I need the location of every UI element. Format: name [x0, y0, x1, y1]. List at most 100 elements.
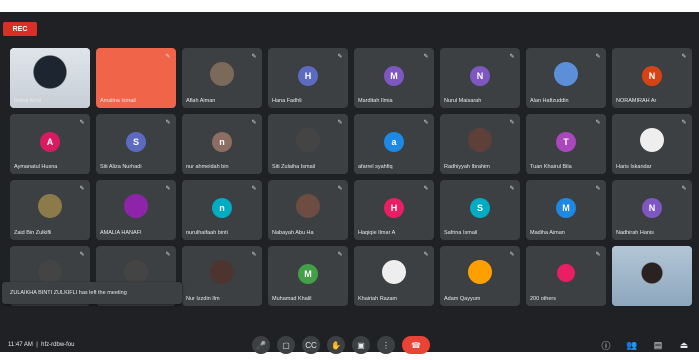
participant-tile[interactable]: n ✎ nurulhaifaah binti: [182, 180, 262, 240]
mic-muted-icon: ✎: [251, 119, 257, 126]
participant-avatar: H: [384, 198, 404, 218]
participant-avatar: [468, 260, 492, 284]
participant-tile[interactable]: ✎ 200 others: [526, 246, 606, 306]
participant-tile[interactable]: A ✎ Aymanatul Husna: [10, 114, 90, 174]
participant-tile[interactable]: ✎ Nabayah Abu Ha: [268, 180, 348, 240]
mic-muted-icon: ✎: [423, 53, 429, 60]
participant-tile[interactable]: M ✎ Madiha Aiman: [526, 180, 606, 240]
participant-name: afarrel syahfiq: [358, 164, 393, 170]
participant-tile[interactable]: ✎ Alan Hafizuddin: [526, 48, 606, 108]
participant-avatar: N: [642, 198, 662, 218]
meeting-code: hfz-rdbw-fou: [41, 342, 75, 348]
mic-muted-icon: ✎: [337, 185, 343, 192]
time-label: 11:47 AM: [8, 342, 33, 348]
left-meeting-toast: ZULAIKHA BINTI ZULKIFLI has left the mee…: [2, 282, 182, 304]
mic-muted-icon: ✎: [423, 251, 429, 258]
participant-tile[interactable]: [612, 246, 692, 306]
mic-muted-icon: ✎: [79, 251, 85, 258]
participant-avatar: [124, 260, 148, 284]
participant-tile[interactable]: n ✎ nur ahmeidah bin: [182, 114, 262, 174]
participant-avatar: [554, 62, 578, 86]
call-controls: 🎤 ▢ CC ✋ ▣ ⋮ ☎: [252, 336, 430, 358]
participant-avatar: [38, 194, 62, 218]
participant-tile[interactable]: ✎ Siti Zulaiha Ismail: [268, 114, 348, 174]
raise-hand-button[interactable]: ✋: [327, 336, 345, 354]
info-button[interactable]: ⓘ: [599, 338, 613, 352]
meeting-window: REC ✎ Rohai Armi ✎ Amalina Ismail ✎ Aflah Aim…: [0, 12, 699, 354]
participant-name: 200 others: [530, 296, 556, 302]
mic-button[interactable]: 🎤: [252, 336, 270, 354]
mic-muted-icon: ✎: [595, 185, 601, 192]
participant-tile[interactable]: ✎ Adam Qayyum: [440, 246, 520, 306]
mic-muted-icon: ✎: [165, 119, 171, 126]
participant-grid: ✎ Rohai Armi ✎ Amalina Ismail ✎ Aflah Aiman H ✎…: [10, 48, 696, 320]
participant-tile[interactable]: M ✎ Marditah Ilmia: [354, 48, 434, 108]
participant-name: Amalina Ismail: [100, 98, 136, 104]
more-vert-icon: ⋮: [382, 340, 390, 350]
participant-tile[interactable]: ✎ Radhiyyah Ibrahim: [440, 114, 520, 174]
participant-tile[interactable]: ✎ Amalina Ismail: [96, 48, 176, 108]
participant-name: Tuan Khairul Bila: [530, 164, 572, 170]
activities-button[interactable]: ⏏: [677, 338, 691, 352]
participant-avatar: [210, 260, 234, 284]
participant-tile[interactable]: H ✎ Hana Fadhli: [268, 48, 348, 108]
participant-name: Hana Fadhli: [272, 98, 302, 104]
captions-button[interactable]: CC: [302, 336, 320, 354]
camera-button[interactable]: ▢: [277, 336, 295, 354]
participant-name: Rohai Armi: [14, 98, 41, 104]
participant-tile[interactable]: ✎ Aflah Aiman: [182, 48, 262, 108]
mic-muted-icon: ✎: [509, 185, 515, 192]
participant-tile[interactable]: N ✎ Nadhirah Hanis: [612, 180, 692, 240]
mic-muted-icon: ✎: [423, 185, 429, 192]
more-options-button[interactable]: ⋮: [377, 336, 395, 354]
participant-tile[interactable]: T ✎ Tuan Khairul Bila: [526, 114, 606, 174]
meeting-time-and-code: 11:47 AM | hfz-rdbw-fou: [8, 342, 75, 348]
chat-icon: ▤: [653, 339, 663, 350]
people-icon: 👥: [626, 339, 638, 350]
participant-name: Nurul Maisarah: [444, 98, 482, 104]
participant-avatar: A: [40, 132, 60, 152]
mic-muted-icon: ✎: [681, 53, 687, 60]
end-call-icon: ☎: [411, 340, 421, 350]
mic-muted-icon: ✎: [251, 251, 257, 258]
participant-tile[interactable]: ✎ Zaid Bin Zulkifli: [10, 180, 90, 240]
participant-tile[interactable]: H ✎ Haqiqie Ilmar A: [354, 180, 434, 240]
participant-avatar: M: [384, 66, 404, 86]
participant-tile[interactable]: ✎ Khairiah Razam: [354, 246, 434, 306]
participant-name: Zaid Bin Zulkifli: [14, 230, 52, 236]
participant-avatar: T: [556, 132, 576, 152]
participant-tile[interactable]: N ✎ NORAMIRAH Ar: [612, 48, 692, 108]
participant-avatar: [38, 260, 62, 284]
participant-avatar: H: [298, 66, 318, 86]
chat-button[interactable]: ▤: [651, 338, 665, 352]
present-icon: ▣: [357, 340, 365, 350]
participant-avatar: N: [470, 66, 490, 86]
present-button[interactable]: ▣: [352, 336, 370, 354]
hand-icon: ✋: [331, 340, 341, 350]
mic-muted-icon: ✎: [165, 53, 171, 60]
mic-muted-icon: ✎: [337, 53, 343, 60]
mic-muted-icon: ✎: [251, 53, 257, 60]
mic-icon: 🎤: [256, 340, 266, 350]
participant-avatar: n: [212, 198, 232, 218]
participant-name: Marditah Ilmia: [358, 98, 393, 104]
participant-tile[interactable]: M ✎ Muhamad Khalil: [268, 246, 348, 306]
participant-tile[interactable]: ✎ Nur Izzdin Ilm: [182, 246, 262, 306]
participant-avatar: [296, 128, 320, 152]
participant-avatar: N: [642, 66, 662, 86]
participant-avatar: [640, 128, 664, 152]
participant-tile[interactable]: N ✎ Nurul Maisarah: [440, 48, 520, 108]
mic-muted-icon: ✎: [79, 53, 85, 60]
mic-muted-icon: ✎: [337, 119, 343, 126]
end-call-button[interactable]: ☎: [402, 336, 430, 354]
participant-avatar: S: [126, 132, 146, 152]
participant-tile[interactable]: ✎ Haris Iskandar: [612, 114, 692, 174]
people-button[interactable]: 👥: [625, 338, 639, 352]
participant-tile[interactable]: S ✎ Safrina Ismail: [440, 180, 520, 240]
participant-tile[interactable]: S ✎ Siti Aliza Nurhadi: [96, 114, 176, 174]
participant-tile[interactable]: ✎ Rohai Armi: [10, 48, 90, 108]
participant-tile[interactable]: a ✎ afarrel syahfiq: [354, 114, 434, 174]
participant-tile[interactable]: ✎ AMALIA HANAFI: [96, 180, 176, 240]
participant-avatar: a: [384, 132, 404, 152]
mic-muted-icon: ✎: [595, 119, 601, 126]
